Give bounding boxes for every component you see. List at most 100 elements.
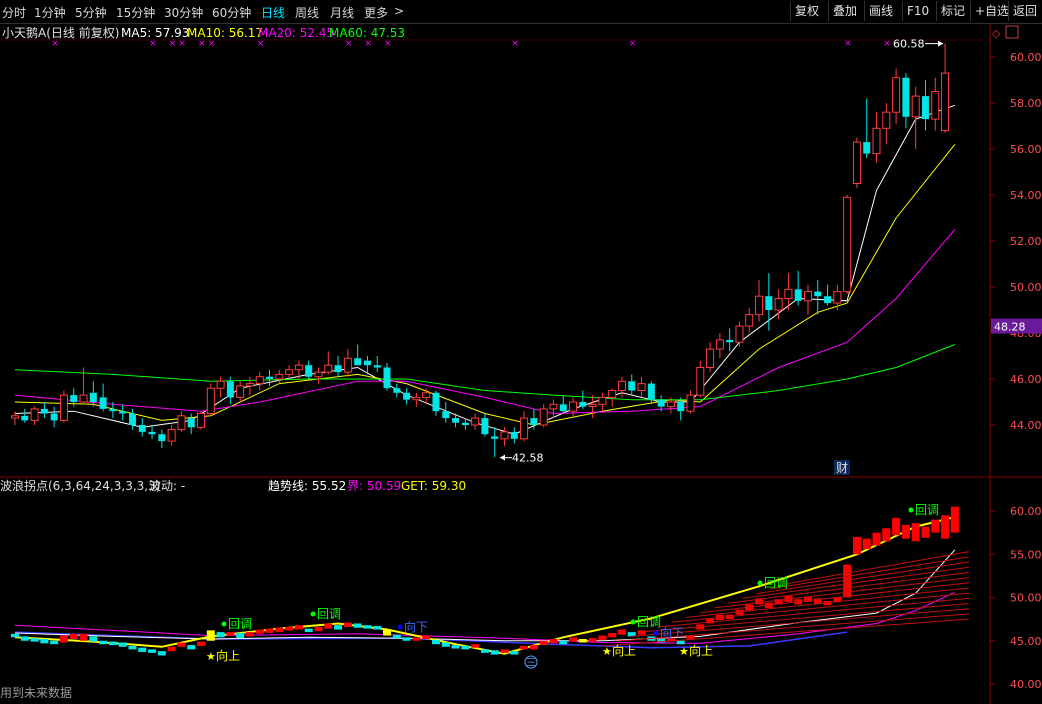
indicator-bar <box>529 645 538 650</box>
fan-line <box>756 561 969 595</box>
star-icon: ★ <box>679 645 689 658</box>
candle-body <box>177 415 186 431</box>
candle-body <box>628 381 636 391</box>
indicator-bar <box>285 626 294 631</box>
candle-body <box>931 91 940 120</box>
price-axis: 60.0058.0056.0054.0052.0050.0048.0046.00… <box>990 51 1042 432</box>
indicator-bar <box>539 640 548 646</box>
finance-marker[interactable]: 财 <box>836 461 848 475</box>
period-30min[interactable]: 30分钟 <box>164 4 203 21</box>
period-monthly[interactable]: 月线 <box>330 4 354 21</box>
period-15min[interactable]: 15分钟 <box>116 4 155 21</box>
bound-label: 界: 50.59 <box>347 479 401 493</box>
price-tick-label: 60.00 <box>1010 51 1042 64</box>
signal-up: 向上 <box>216 648 240 663</box>
signal-up: 向上 <box>612 643 636 658</box>
candle-body <box>255 376 264 385</box>
marker-x-icon: × <box>364 39 372 49</box>
signal-dot-icon <box>757 580 763 586</box>
candle-body <box>559 404 567 412</box>
candle-body <box>245 383 254 387</box>
f10-button[interactable]: F10 <box>902 1 933 21</box>
indicator-bar <box>40 639 49 644</box>
signal-pullback: 回调 <box>764 576 788 590</box>
candle-body <box>617 380 626 391</box>
marker-x-icon: × <box>257 39 265 49</box>
candle-body <box>119 411 127 414</box>
indicator-bar <box>50 640 59 645</box>
indicator-bar <box>412 637 421 641</box>
candle-body <box>657 399 665 407</box>
candle-body <box>266 376 274 379</box>
candle-body <box>216 380 225 389</box>
candle-body <box>579 402 587 407</box>
kline-chart[interactable]: 小天鹅A(日线 前复权) MA5: 57.93 MA10: 56.17 MA20… <box>0 23 1042 704</box>
signal-dot-icon <box>310 611 316 617</box>
candle-body <box>403 392 411 400</box>
period-fenshi[interactable]: 分时 <box>2 4 26 21</box>
stock-title: 小天鹅A(日线 前复权) <box>2 25 119 40</box>
overlay-button[interactable]: 叠加 <box>828 1 861 21</box>
period-weekly[interactable]: 周线 <box>295 4 319 21</box>
indicator-bar <box>118 642 127 647</box>
period-1min[interactable]: 1分钟 <box>34 4 66 21</box>
candle-body <box>206 387 215 415</box>
candle-body <box>852 141 861 185</box>
back-button[interactable]: 返回 <box>1008 1 1041 21</box>
candle-body <box>921 96 929 120</box>
period-more[interactable]: 更多 <box>364 4 388 21</box>
indicator-bar <box>157 651 166 656</box>
candlesticks <box>11 40 950 461</box>
candle-body <box>872 127 881 155</box>
marker-x-icon: × <box>169 39 177 49</box>
period-5min[interactable]: 5分钟 <box>75 4 107 21</box>
candle-body <box>941 72 950 132</box>
candle-body <box>745 314 754 327</box>
candle-body <box>666 401 675 408</box>
candle-body <box>70 395 78 402</box>
mark-button[interactable]: 标记 <box>936 1 969 21</box>
marker-x-icon: × <box>345 39 353 49</box>
indicator-bar <box>490 650 499 655</box>
indicator-bar <box>294 625 303 630</box>
chevron-right-icon[interactable]: > <box>394 4 404 18</box>
candle-body <box>510 431 518 439</box>
candle-body <box>452 418 460 423</box>
indicator-bar <box>216 632 225 638</box>
candle-body <box>715 339 724 350</box>
ma-line-ma10 <box>14 144 956 426</box>
indicator-bar <box>422 635 431 640</box>
panel-toggle-icon[interactable] <box>1005 25 1019 39</box>
draw-line-button[interactable]: 画线 <box>864 1 897 21</box>
diamond-icon[interactable]: ◇ <box>992 27 1001 40</box>
indicator-tick-label: 55.00 <box>1010 548 1042 561</box>
indicator-bar <box>676 640 685 645</box>
add-watchlist-button[interactable]: +自选 <box>970 1 1013 21</box>
period-daily[interactable]: 日线 <box>261 4 285 21</box>
fan-line <box>700 582 969 614</box>
indicator-bar <box>59 635 68 643</box>
candle-body <box>412 396 421 401</box>
candle-body <box>588 403 597 408</box>
candle-body <box>491 436 499 439</box>
star-icon: ★ <box>602 645 612 658</box>
indicator-bar <box>461 645 470 650</box>
indicator-bar <box>500 649 509 653</box>
candle-body <box>422 392 431 398</box>
indicator-bar <box>138 647 147 652</box>
indicator-bar <box>89 636 98 642</box>
indicator-bar <box>99 640 108 645</box>
candle-body <box>383 367 391 389</box>
candle-body <box>833 291 842 304</box>
candle-body <box>236 385 245 398</box>
signal-pullback: 回调 <box>915 503 939 517</box>
marker-x-icon: × <box>178 39 186 49</box>
period-60min[interactable]: 60分钟 <box>212 4 251 21</box>
signal-dot-icon <box>397 624 403 630</box>
fuquan-button[interactable]: 复权 <box>790 1 823 21</box>
marker-x-icon: × <box>883 39 891 49</box>
indicator-axis: 60.00 55.00 50.00 45.00 40.00 <box>990 505 1042 691</box>
candle-body <box>50 413 58 421</box>
ma10-legend: MA10: 56.17 <box>187 26 263 40</box>
candle-body <box>677 402 685 412</box>
